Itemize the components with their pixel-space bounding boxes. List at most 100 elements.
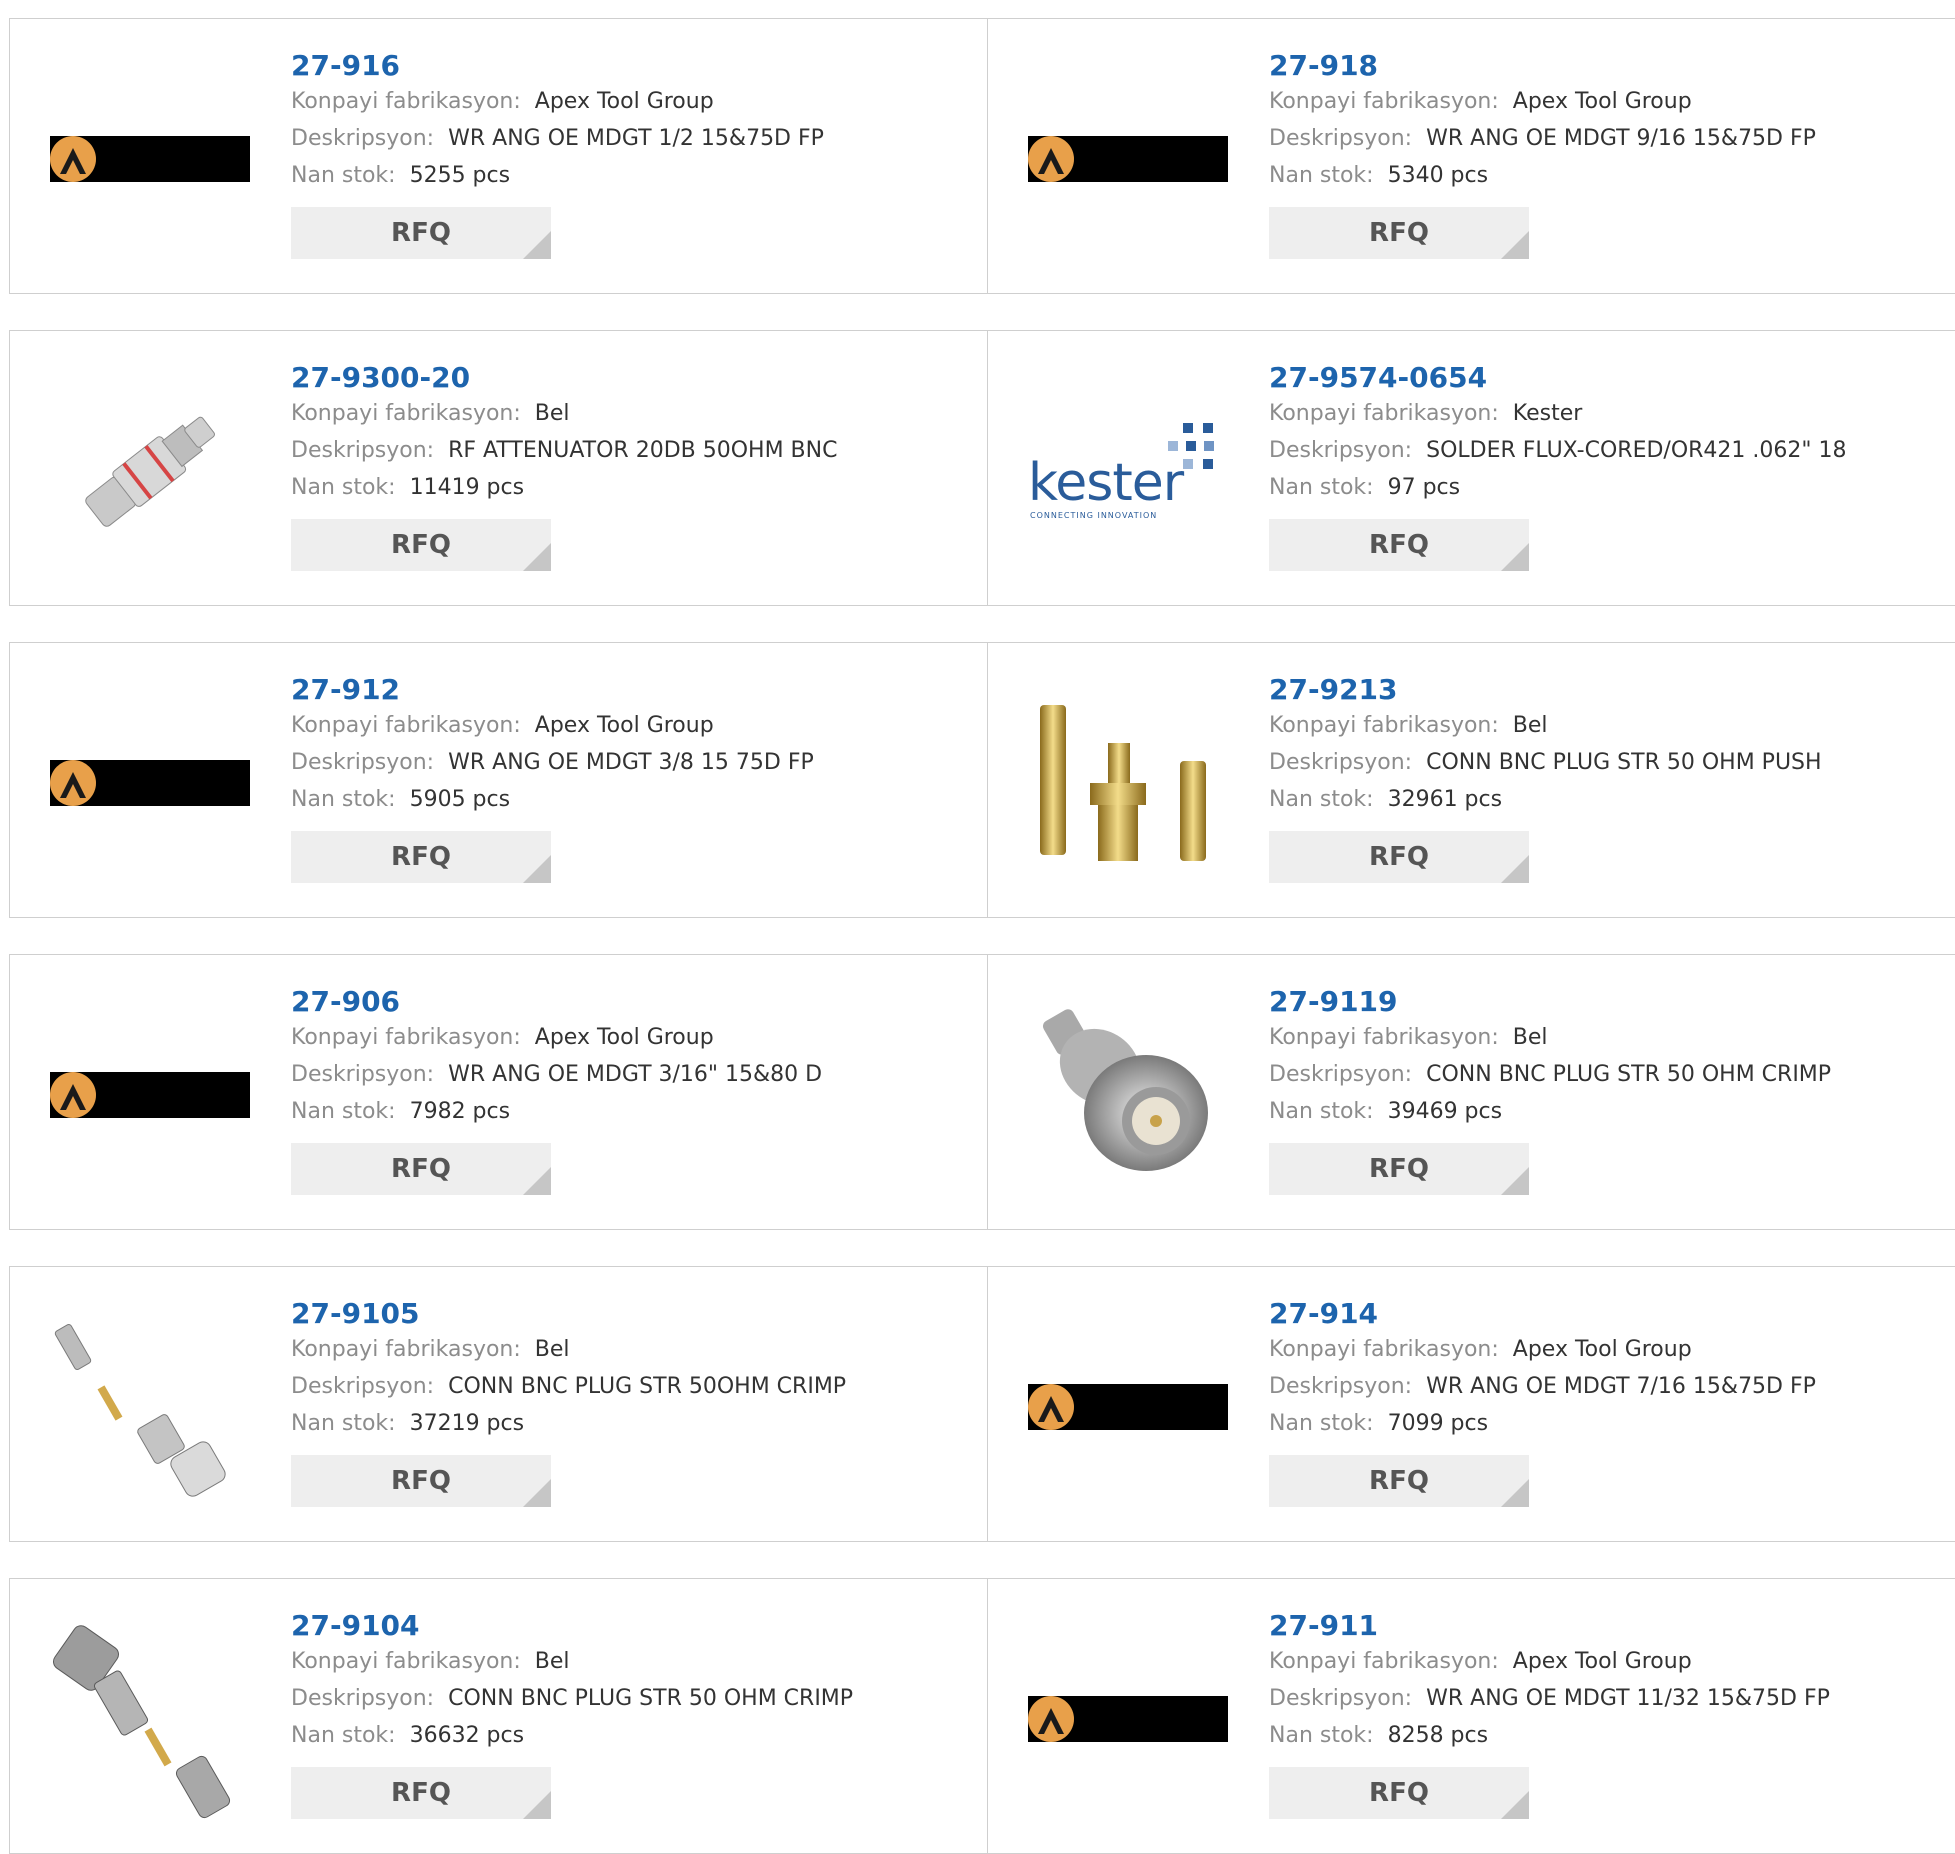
manufacturer-value: Apex Tool Group bbox=[1512, 1337, 1692, 1362]
description-row: Deskripsyon: WR ANG OE MDGT 7/16 15&75D F… bbox=[1269, 1368, 1955, 1405]
product-thumbnail[interactable] bbox=[50, 683, 250, 883]
rfq-button-label: RFQ bbox=[1369, 218, 1429, 248]
description-label: Deskripsyon: bbox=[291, 1374, 435, 1399]
kester-logo: kester CONNECTING INNOVATION bbox=[1028, 411, 1228, 531]
product-info: 27-918 Konpayi fabrikasyon: Apex Tool Grou… bbox=[1269, 49, 1955, 259]
description-label: Deskripsyon: bbox=[1269, 1374, 1413, 1399]
stock-row: Nan stok: 5255 pcs bbox=[291, 157, 977, 194]
product-card: 27-9213 Konpayi fabrikasyon: Bel Deskripsyo… bbox=[987, 642, 1955, 918]
description-value: RF ATTENUATOR 20DB 50OHM BNC bbox=[448, 438, 838, 463]
product-thumbnail[interactable] bbox=[1028, 1619, 1228, 1819]
rfq-button-label: RFQ bbox=[1369, 842, 1429, 872]
rfq-button-label: RFQ bbox=[391, 1154, 451, 1184]
stock-row: Nan stok: 11419 pcs bbox=[291, 469, 977, 506]
corner-triangle-icon bbox=[523, 855, 551, 883]
part-number-link[interactable]: 27-9104 bbox=[291, 1609, 977, 1643]
part-number-link[interactable]: 27-916 bbox=[291, 49, 977, 83]
product-card: 27-912 Konpayi fabrikasyon: Apex Tool Grou… bbox=[9, 642, 988, 918]
manufacturer-label: Konpayi fabrikasyon: bbox=[291, 1025, 521, 1050]
product-thumbnail[interactable] bbox=[50, 995, 250, 1195]
rfq-button[interactable]: RFQ bbox=[291, 207, 551, 259]
part-number-link[interactable]: 27-911 bbox=[1269, 1609, 1955, 1643]
rfq-button[interactable]: RFQ bbox=[1269, 1455, 1529, 1507]
part-number-link[interactable]: 27-9300-20 bbox=[291, 361, 977, 395]
product-thumbnail[interactable] bbox=[1028, 59, 1228, 259]
product-thumbnail[interactable] bbox=[1028, 1307, 1228, 1507]
manufacturer-label: Konpayi fabrikasyon: bbox=[291, 401, 521, 426]
part-number-link[interactable]: 27-912 bbox=[291, 673, 977, 707]
manufacturer-label: Konpayi fabrikasyon: bbox=[1269, 89, 1499, 114]
part-number-link[interactable]: 27-918 bbox=[1269, 49, 1955, 83]
rfq-button[interactable]: RFQ bbox=[1269, 207, 1529, 259]
part-number-link[interactable]: 27-914 bbox=[1269, 1297, 1955, 1331]
description-row: Deskripsyon: WR ANG OE MDGT 3/8 15 75D FP bbox=[291, 744, 977, 781]
stock-value: 8258 pcs bbox=[1387, 1723, 1489, 1748]
part-number-link[interactable]: 27-9574-0654 bbox=[1269, 361, 1955, 395]
product-card: 27-918 Konpayi fabrikasyon: Apex Tool Grou… bbox=[987, 18, 1955, 294]
rfq-button[interactable]: RFQ bbox=[1269, 831, 1529, 883]
manufacturer-value: Bel bbox=[534, 1649, 570, 1674]
description-value: WR ANG OE MDGT 3/8 15 75D FP bbox=[448, 750, 814, 775]
rfq-button[interactable]: RFQ bbox=[291, 1767, 551, 1819]
stock-label: Nan stok: bbox=[291, 163, 396, 188]
stock-row: Nan stok: 37219 pcs bbox=[291, 1405, 977, 1442]
description-value: SOLDER FLUX-CORED/OR421 .062" 18 bbox=[1426, 438, 1847, 463]
manufacturer-label: Konpayi fabrikasyon: bbox=[1269, 713, 1499, 738]
product-thumbnail[interactable] bbox=[1028, 683, 1228, 883]
manufacturer-value: Bel bbox=[1512, 1025, 1548, 1050]
description-label: Deskripsyon: bbox=[1269, 1062, 1413, 1087]
description-label: Deskripsyon: bbox=[291, 126, 435, 151]
description-value: CONN BNC PLUG STR 50 OHM PUSH bbox=[1426, 750, 1822, 775]
product-thumbnail[interactable] bbox=[50, 1307, 250, 1507]
product-thumbnail[interactable] bbox=[50, 1619, 250, 1819]
manufacturer-row: Konpayi fabrikasyon: Apex Tool Group bbox=[1269, 1643, 1955, 1680]
product-grid: 27-916 Konpayi fabrikasyon: Apex Tool Grou… bbox=[0, 0, 1955, 1854]
product-card: 27-916 Konpayi fabrikasyon: Apex Tool Grou… bbox=[9, 18, 988, 294]
stock-label: Nan stok: bbox=[291, 475, 396, 500]
rfq-button[interactable]: RFQ bbox=[1269, 1767, 1529, 1819]
product-thumbnail[interactable] bbox=[50, 371, 250, 571]
stock-value: 11419 pcs bbox=[409, 475, 525, 500]
description-value: WR ANG OE MDGT 9/16 15&75D FP bbox=[1426, 126, 1816, 151]
product-info: 27-9119 Konpayi fabrikasyon: Bel Deskripsyo… bbox=[1269, 985, 1955, 1195]
rfq-button[interactable]: RFQ bbox=[291, 519, 551, 571]
stock-value: 5340 pcs bbox=[1387, 163, 1489, 188]
part-number-link[interactable]: 27-9119 bbox=[1269, 985, 1955, 1019]
manufacturer-label: Konpayi fabrikasyon: bbox=[1269, 401, 1499, 426]
part-number-link[interactable]: 27-906 bbox=[291, 985, 977, 1019]
rfq-button-label: RFQ bbox=[391, 1778, 451, 1808]
rfq-button[interactable]: RFQ bbox=[291, 831, 551, 883]
stock-row: Nan stok: 36632 pcs bbox=[291, 1717, 977, 1754]
stock-value: 36632 pcs bbox=[409, 1723, 525, 1748]
rfq-button-label: RFQ bbox=[1369, 530, 1429, 560]
rfq-button[interactable]: RFQ bbox=[1269, 1143, 1529, 1195]
bnc-gold-parts-image bbox=[1040, 705, 1206, 861]
bnc-crimp-kit-image bbox=[54, 1324, 226, 1497]
part-number-link[interactable]: 27-9213 bbox=[1269, 673, 1955, 707]
description-row: Deskripsyon: WR ANG OE MDGT 1/2 15&75D FP bbox=[291, 120, 977, 157]
product-card: 27-906 Konpayi fabrikasyon: Apex Tool Grou… bbox=[9, 954, 988, 1230]
rfq-button[interactable]: RFQ bbox=[291, 1143, 551, 1195]
corner-triangle-icon bbox=[523, 1167, 551, 1195]
description-row: Deskripsyon: CONN BNC PLUG STR 50 OHM PUS… bbox=[1269, 744, 1955, 781]
stock-value: 97 pcs bbox=[1387, 475, 1461, 500]
product-info: 27-9300-20 Konpayi fabrikasyon: Bel Deskrip… bbox=[291, 361, 977, 571]
stock-row: Nan stok: 39469 pcs bbox=[1269, 1093, 1955, 1130]
part-number-link[interactable]: 27-9105 bbox=[291, 1297, 977, 1331]
corner-triangle-icon bbox=[1501, 1791, 1529, 1819]
rfq-button[interactable]: RFQ bbox=[291, 1455, 551, 1507]
manufacturer-row: Konpayi fabrikasyon: Apex Tool Group bbox=[291, 707, 977, 744]
description-value: WR ANG OE MDGT 3/16" 15&80 D bbox=[448, 1062, 823, 1087]
stock-value: 5905 pcs bbox=[409, 787, 511, 812]
product-thumbnail[interactable] bbox=[1028, 995, 1228, 1195]
product-thumbnail[interactable]: kester CONNECTING INNOVATION bbox=[1028, 371, 1228, 571]
rfq-button[interactable]: RFQ bbox=[1269, 519, 1529, 571]
product-thumbnail[interactable] bbox=[50, 59, 250, 259]
description-value: CONN BNC PLUG STR 50OHM CRIMP bbox=[448, 1374, 847, 1399]
manufacturer-value: Bel bbox=[534, 401, 570, 426]
product-info: 27-912 Konpayi fabrikasyon: Apex Tool Grou… bbox=[291, 673, 977, 883]
corner-triangle-icon bbox=[1501, 231, 1529, 259]
corner-triangle-icon bbox=[523, 1791, 551, 1819]
product-info: 27-9213 Konpayi fabrikasyon: Bel Deskripsyo… bbox=[1269, 673, 1955, 883]
manufacturer-label: Konpayi fabrikasyon: bbox=[291, 1649, 521, 1674]
